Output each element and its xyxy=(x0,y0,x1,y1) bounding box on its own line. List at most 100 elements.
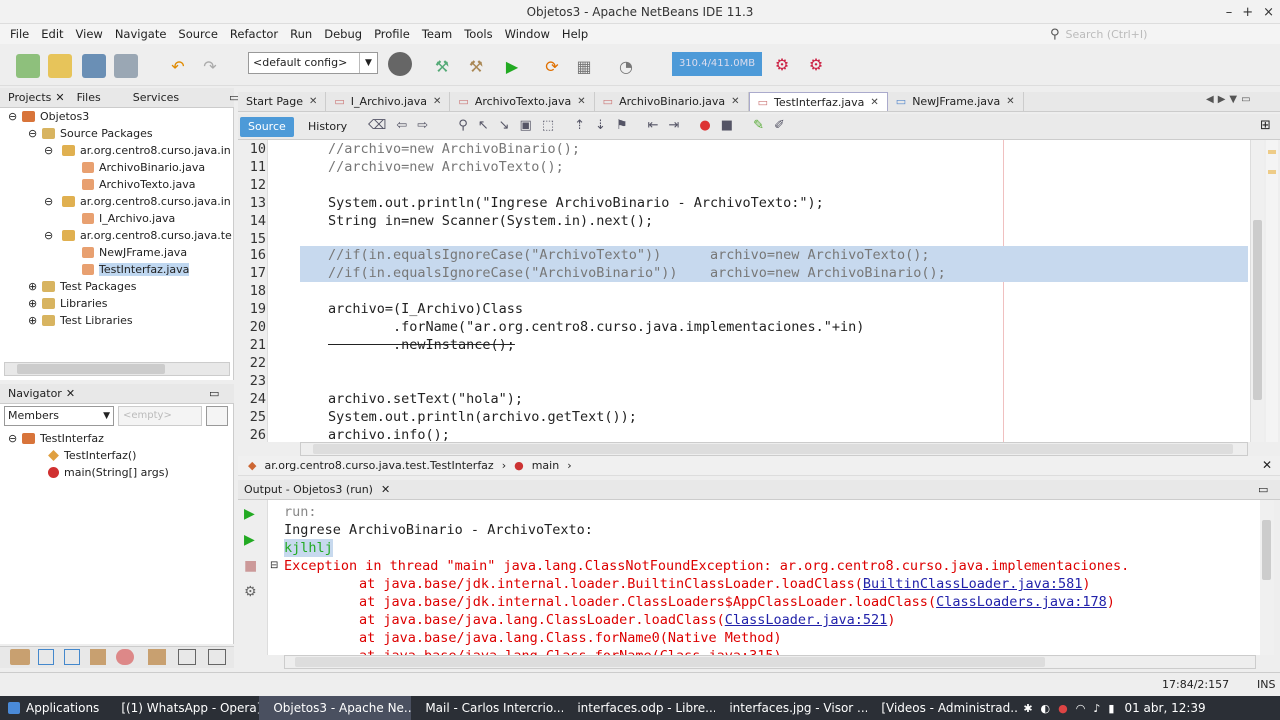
tree-item-file-selected[interactable]: TestInterfaz.java xyxy=(82,261,190,278)
tree-item-libraries[interactable]: ⊕ Libraries xyxy=(28,295,108,312)
tree-item-package[interactable]: ⊖ ar.org.centro8.curso.java.te xyxy=(44,227,232,244)
split-icon[interactable]: ⊞ xyxy=(1260,118,1271,133)
minimize-panel-icon[interactable]: ▭ xyxy=(1258,483,1268,496)
breadcrumb-class[interactable]: ar.org.centro8.curso.java.test.TestInter… xyxy=(264,459,493,472)
tab-i-archivo[interactable]: ▭ I_Archivo.java ✕ xyxy=(326,92,451,111)
output-vscrollbar[interactable] xyxy=(1260,500,1274,655)
menu-profile[interactable]: Profile xyxy=(368,27,416,41)
back-icon[interactable]: ⇦ xyxy=(396,118,407,133)
memory-indicator[interactable]: 310.4/411.0MB xyxy=(672,52,762,76)
menu-team[interactable]: Team xyxy=(416,27,458,41)
tree-item-file[interactable]: ArchivoBinario.java xyxy=(82,159,205,176)
tab-output[interactable]: Output - Objetos3 (run) xyxy=(238,483,373,496)
minimize-panel-icon[interactable]: ▭ xyxy=(209,387,219,400)
last-edit-icon[interactable]: ⌫ xyxy=(368,118,386,133)
stack-link[interactable]: ClassLoader.java:521 xyxy=(725,612,888,628)
search-input[interactable]: Search (Ctrl+I) xyxy=(1066,28,1148,41)
sort-alpha-icon[interactable] xyxy=(208,649,226,665)
menu-file[interactable]: File xyxy=(4,27,35,41)
sort-source-icon[interactable] xyxy=(178,649,196,665)
nav-item-class[interactable]: ⊖ TestInterfaz xyxy=(8,430,104,447)
task-whatsapp[interactable]: [(1) WhatsApp - Opera] xyxy=(107,696,259,720)
scroll-right-icon[interactable]: ▶ xyxy=(1218,94,1226,105)
filter-inherited-icon[interactable] xyxy=(90,649,106,665)
source-button[interactable]: Source xyxy=(240,117,294,137)
menu-navigate[interactable]: Navigate xyxy=(109,27,173,41)
close-icon[interactable]: ✕ xyxy=(433,96,441,107)
tree-item-test-packages[interactable]: ⊕ Test Packages xyxy=(28,278,136,295)
scroll-thumb[interactable] xyxy=(17,364,165,374)
redo-icon[interactable]: ↷ xyxy=(198,54,222,78)
filter-fqn-icon[interactable] xyxy=(116,649,134,665)
scroll-thumb[interactable] xyxy=(1253,220,1262,400)
tree-item-project[interactable]: ⊖ Objetos3 xyxy=(8,108,89,125)
task-mail[interactable]: Mail - Carlos Intercrio... xyxy=(411,696,563,720)
collapse-icon[interactable]: ⊖ xyxy=(8,432,22,445)
tree-item-source-packages[interactable]: ⊖ Source Packages xyxy=(28,125,153,142)
build-icon[interactable]: ⚒ xyxy=(430,54,454,78)
scroll-thumb[interactable] xyxy=(1262,520,1271,580)
task-file-manager[interactable]: [Videos - Administrad... xyxy=(867,696,1017,720)
collapse-icon[interactable]: ⊖ xyxy=(44,229,62,242)
forward-icon[interactable]: ⇨ xyxy=(417,118,428,133)
scroll-thumb[interactable] xyxy=(313,444,1233,454)
stack-link[interactable]: ClassLoaders.java:178 xyxy=(936,594,1107,610)
close-icon[interactable]: ✕ xyxy=(381,483,390,496)
new-file-icon[interactable] xyxy=(16,54,40,78)
find-next-icon[interactable]: ↘ xyxy=(499,118,510,133)
comment-icon[interactable]: ✎ xyxy=(753,118,764,133)
toggle-highlight-icon[interactable]: ▣ xyxy=(520,118,532,133)
expand-icon[interactable]: ⊕ xyxy=(28,280,42,293)
expand-icon[interactable]: ⊕ xyxy=(28,297,42,310)
collapse-icon[interactable]: ⊖ xyxy=(44,144,62,157)
close-icon[interactable]: ✕ xyxy=(731,96,739,107)
collapse-icon[interactable]: ⊖ xyxy=(8,110,22,123)
tab-services[interactable]: Services xyxy=(133,91,179,104)
collapse-icon[interactable]: ⊖ xyxy=(28,127,42,140)
toggle-bookmark-icon[interactable]: ⚑ xyxy=(616,118,628,133)
projects-hscrollbar[interactable] xyxy=(4,362,230,376)
menu-refactor[interactable]: Refactor xyxy=(224,27,284,41)
shift-left-icon[interactable]: ⇤ xyxy=(648,118,659,133)
attach-profiler-icon[interactable]: ◔ xyxy=(614,54,638,78)
run-icon[interactable]: ▶ xyxy=(500,54,524,78)
task-image-viewer[interactable]: interfaces.jpg - Visor ... xyxy=(715,696,867,720)
close-icon[interactable]: ✕ xyxy=(870,97,878,108)
debug-icon[interactable]: ⟳ xyxy=(540,54,564,78)
clock[interactable]: 01 abr, 12:39 xyxy=(1124,701,1205,715)
open-project-icon[interactable] xyxy=(82,54,106,78)
clean-build-icon[interactable]: ⚒ xyxy=(464,54,488,78)
task-libreoffice[interactable]: interfaces.odp - Libre... xyxy=(563,696,715,720)
close-icon[interactable]: ✕ xyxy=(55,91,64,104)
volume-icon[interactable]: ♪ xyxy=(1093,702,1100,715)
tab-archivotexto[interactable]: ▭ ArchivoTexto.java ✕ xyxy=(450,92,595,111)
record-icon[interactable]: ● xyxy=(1058,702,1068,715)
config-select[interactable]: <default config> ▼ xyxy=(248,52,378,74)
next-bookmark-icon[interactable]: ⇣ xyxy=(595,118,606,133)
menu-debug[interactable]: Debug xyxy=(318,27,368,41)
search-box[interactable]: ⚲ Search (Ctrl+I) xyxy=(1050,24,1280,44)
editor-hscrollbar[interactable] xyxy=(300,442,1248,456)
menu-edit[interactable]: Edit xyxy=(35,27,69,41)
tab-testinterfaz[interactable]: ▭ TestInterfaz.java ✕ xyxy=(748,92,888,111)
tree-item-package[interactable]: ⊖ ar.org.centro8.curso.java.in xyxy=(44,142,231,159)
tab-projects[interactable]: Projects xyxy=(8,91,51,104)
tree-item-package[interactable]: ⊖ ar.org.centro8.curso.java.in xyxy=(44,193,231,210)
bluetooth-icon[interactable]: ✱ xyxy=(1023,702,1032,715)
battery-icon[interactable]: ▮ xyxy=(1108,702,1114,715)
new-project-icon[interactable] xyxy=(48,54,72,78)
tab-files[interactable]: Files xyxy=(77,91,101,104)
rerun-icon[interactable]: ▶ xyxy=(244,506,255,522)
menu-tools[interactable]: Tools xyxy=(458,27,498,41)
chevron-down-icon[interactable]: ▼ xyxy=(1229,94,1237,105)
close-icon[interactable]: ✕ xyxy=(577,96,585,107)
stack-link[interactable]: BuiltinClassLoader.java:581 xyxy=(863,576,1082,592)
filter-static-icon[interactable] xyxy=(38,649,54,665)
scroll-thumb[interactable] xyxy=(295,657,1045,667)
filter-fields-icon[interactable] xyxy=(10,649,30,665)
collapse-icon[interactable]: ⊖ xyxy=(44,195,62,208)
tree-item-file[interactable]: ArchivoTexto.java xyxy=(82,176,195,193)
minimize-icon[interactable]: – xyxy=(1226,5,1233,20)
find-icon[interactable]: ⚲ xyxy=(458,118,468,133)
editor-vscrollbar[interactable] xyxy=(1250,140,1264,442)
